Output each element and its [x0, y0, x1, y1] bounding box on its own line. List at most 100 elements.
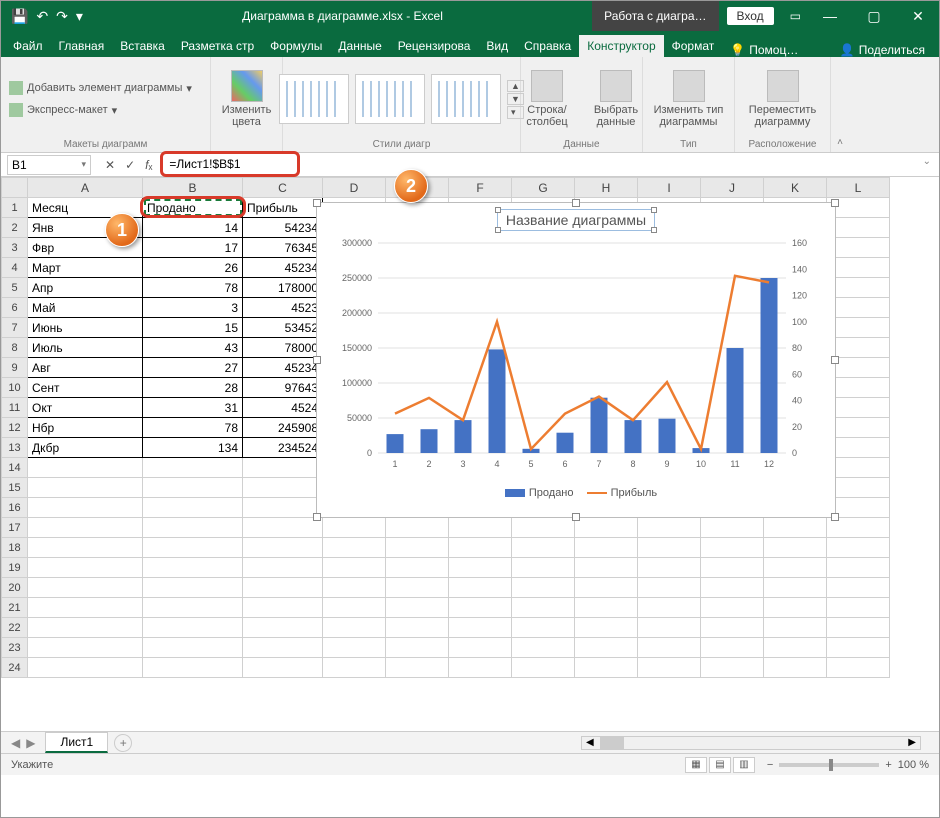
tab-file[interactable]: Файл: [5, 35, 51, 57]
fx-button[interactable]: fₓ: [145, 158, 152, 172]
cell-B1[interactable]: Продано: [143, 198, 243, 218]
cell-H24[interactable]: [575, 658, 638, 678]
cell-C9[interactable]: 45234: [243, 358, 323, 378]
cell-J20[interactable]: [701, 578, 764, 598]
cell-A9[interactable]: Авг: [28, 358, 143, 378]
cell-G21[interactable]: [512, 598, 575, 618]
cell-B4[interactable]: 26: [143, 258, 243, 278]
cell-K19[interactable]: [764, 558, 827, 578]
chart-handle-tr[interactable]: [831, 199, 839, 207]
sheet-nav-next[interactable]: ▶: [26, 736, 35, 750]
cancel-formula-button[interactable]: ✕: [105, 158, 115, 172]
row-header-11[interactable]: 11: [2, 398, 28, 418]
cell-E24[interactable]: [386, 658, 449, 678]
cell-B11[interactable]: 31: [143, 398, 243, 418]
cell-J21[interactable]: [701, 598, 764, 618]
cell-C20[interactable]: [243, 578, 323, 598]
cell-D23[interactable]: [323, 638, 386, 658]
tab-chart-format[interactable]: Формат: [664, 35, 723, 57]
cell-C16[interactable]: [243, 498, 323, 518]
scroll-left[interactable]: ◀: [582, 737, 598, 748]
cell-L23[interactable]: [827, 638, 890, 658]
col-header-A[interactable]: A: [28, 178, 143, 198]
row-header-13[interactable]: 13: [2, 438, 28, 458]
cell-I21[interactable]: [638, 598, 701, 618]
cell-H21[interactable]: [575, 598, 638, 618]
cell-B22[interactable]: [143, 618, 243, 638]
cell-I17[interactable]: [638, 518, 701, 538]
chart-handle-ml[interactable]: [313, 356, 321, 364]
cell-A13[interactable]: Дкбр: [28, 438, 143, 458]
tell-me[interactable]: 💡 Помоц…: [730, 43, 798, 57]
cell-H18[interactable]: [575, 538, 638, 558]
col-header-J[interactable]: J: [701, 178, 764, 198]
row-header-23[interactable]: 23: [2, 638, 28, 658]
cell-A11[interactable]: Окт: [28, 398, 143, 418]
cell-C14[interactable]: [243, 458, 323, 478]
cell-C7[interactable]: 53452: [243, 318, 323, 338]
cell-A8[interactable]: Июль: [28, 338, 143, 358]
cell-J22[interactable]: [701, 618, 764, 638]
row-header-16[interactable]: 16: [2, 498, 28, 518]
cell-C22[interactable]: [243, 618, 323, 638]
cell-C5[interactable]: 178000: [243, 278, 323, 298]
cell-J17[interactable]: [701, 518, 764, 538]
cell-D20[interactable]: [323, 578, 386, 598]
cell-I18[interactable]: [638, 538, 701, 558]
cell-H22[interactable]: [575, 618, 638, 638]
cell-B7[interactable]: 15: [143, 318, 243, 338]
cell-D24[interactable]: [323, 658, 386, 678]
cell-B23[interactable]: [143, 638, 243, 658]
title-handle[interactable]: [495, 207, 501, 213]
row-header-20[interactable]: 20: [2, 578, 28, 598]
cell-G20[interactable]: [512, 578, 575, 598]
cell-B16[interactable]: [143, 498, 243, 518]
cell-A22[interactable]: [28, 618, 143, 638]
cell-D21[interactable]: [323, 598, 386, 618]
cell-C13[interactable]: 234524: [243, 438, 323, 458]
tab-home[interactable]: Главная: [51, 35, 113, 57]
cell-A23[interactable]: [28, 638, 143, 658]
row-header-10[interactable]: 10: [2, 378, 28, 398]
qat-more-icon[interactable]: ▾: [76, 8, 83, 25]
cell-B2[interactable]: 14: [143, 218, 243, 238]
col-header-H[interactable]: H: [575, 178, 638, 198]
cell-C18[interactable]: [243, 538, 323, 558]
select-all-cell[interactable]: [2, 178, 28, 198]
cell-F22[interactable]: [449, 618, 512, 638]
signin-button[interactable]: Вход: [727, 7, 774, 25]
scroll-thumb[interactable]: [600, 737, 624, 749]
cell-B17[interactable]: [143, 518, 243, 538]
row-header-14[interactable]: 14: [2, 458, 28, 478]
tab-formulas[interactable]: Формулы: [262, 35, 330, 57]
cell-B18[interactable]: [143, 538, 243, 558]
cell-G17[interactable]: [512, 518, 575, 538]
view-page-layout-button[interactable]: ▤: [709, 757, 731, 773]
tab-data[interactable]: Данные: [330, 35, 389, 57]
chart-style-3[interactable]: [431, 74, 501, 124]
zoom-in-button[interactable]: +: [885, 759, 891, 771]
cell-B19[interactable]: [143, 558, 243, 578]
row-header-5[interactable]: 5: [2, 278, 28, 298]
quick-layout-button[interactable]: Экспресс-макет ▾: [9, 101, 117, 119]
ribbon-options-icon[interactable]: ▭: [782, 9, 809, 23]
cell-E22[interactable]: [386, 618, 449, 638]
cell-K24[interactable]: [764, 658, 827, 678]
cell-I19[interactable]: [638, 558, 701, 578]
cell-C4[interactable]: 45234: [243, 258, 323, 278]
cell-I24[interactable]: [638, 658, 701, 678]
row-header-15[interactable]: 15: [2, 478, 28, 498]
chart-plot-area[interactable]: 0500001000001500002000002500003000000204…: [326, 233, 826, 483]
add-sheet-button[interactable]: +: [114, 734, 132, 752]
cell-E19[interactable]: [386, 558, 449, 578]
cell-L24[interactable]: [827, 658, 890, 678]
cell-A16[interactable]: [28, 498, 143, 518]
chart-handle-tl[interactable]: [313, 199, 321, 207]
cell-C3[interactable]: 76345: [243, 238, 323, 258]
title-handle[interactable]: [495, 227, 501, 233]
cell-A20[interactable]: [28, 578, 143, 598]
row-header-3[interactable]: 3: [2, 238, 28, 258]
cell-L20[interactable]: [827, 578, 890, 598]
col-header-F[interactable]: F: [449, 178, 512, 198]
cell-B9[interactable]: 27: [143, 358, 243, 378]
